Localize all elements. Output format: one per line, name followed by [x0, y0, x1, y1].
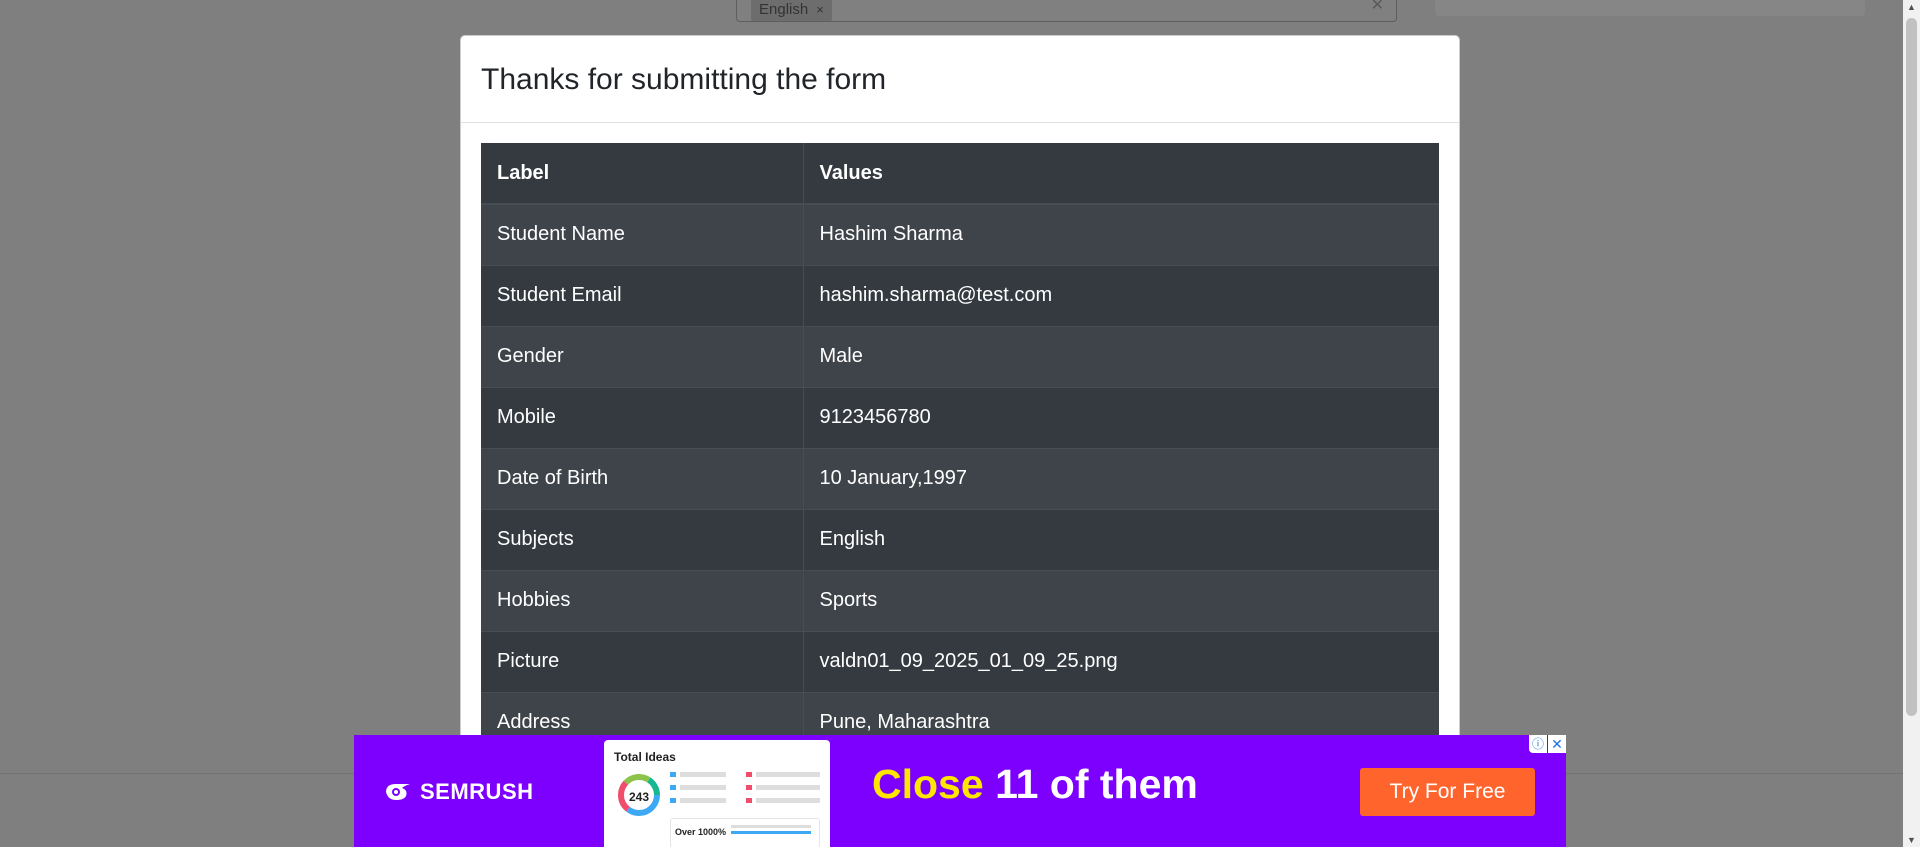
row-label: Hobbies [481, 569, 804, 631]
table-row: Hobbies Sports [481, 569, 1439, 631]
modal-title: Thanks for submitting the form [481, 63, 887, 96]
chip-remove-icon: × [816, 2, 824, 17]
try-for-free-button[interactable]: Try For Free [1360, 768, 1535, 816]
brand-name: SEMRUSH [420, 779, 534, 804]
results-table: Label Values Student Name Hashim Sharma S… [481, 143, 1439, 753]
scroll-down-icon[interactable]: ▼ [1907, 835, 1916, 845]
row-value: valdn01_09_2025_01_09_25.png [803, 630, 1439, 692]
scroll-up-icon[interactable]: ▲ [1907, 2, 1916, 12]
scrollbar-thumb[interactable] [1906, 18, 1917, 716]
table-row: Subjects English [481, 508, 1439, 570]
column-header-values: Values [803, 143, 1439, 205]
screenshot-title: Total Ideas [614, 750, 676, 764]
ad-product-screenshot: Total Ideas 243 Over 1000% [604, 740, 830, 847]
ad-banner[interactable]: SEMRUSH Total Ideas 243 Over 1000% Close… [354, 735, 1566, 847]
ad-headline: Close 11 of them [872, 761, 1198, 807]
table-row: Student Email hashim.sharma@test.com [481, 264, 1439, 326]
ad-close-icon[interactable]: ✕ [1548, 735, 1566, 753]
table-row: Picture valdn01_09_2025_01_09_25.png [481, 630, 1439, 692]
screenshot-list [670, 772, 820, 811]
vertical-scrollbar[interactable]: ▲ ▼ [1903, 0, 1920, 847]
subjects-input-background: English × ✕ [736, 0, 1397, 22]
row-label: Subjects [481, 508, 804, 570]
screenshot-stat: Over 1000% [675, 827, 727, 837]
semrush-logo: SEMRUSH [384, 779, 534, 805]
modal-header: Thanks for submitting the form [461, 36, 1459, 123]
semrush-flame-icon [386, 784, 410, 800]
row-label: Picture [481, 630, 804, 692]
row-label: Mobile [481, 386, 804, 448]
table-row: Mobile 9123456780 [481, 386, 1439, 448]
ad-info-icon[interactable]: ⓘ [1529, 735, 1547, 753]
screenshot-count: 243 [628, 790, 650, 804]
row-value: 10 January,1997 [803, 447, 1439, 509]
row-value: hashim.sharma@test.com [803, 264, 1439, 326]
row-value: Hashim Sharma [803, 203, 1439, 265]
row-value: Male [803, 325, 1439, 387]
table-row: Gender Male [481, 325, 1439, 387]
table-row: Date of Birth 10 January,1997 [481, 447, 1439, 509]
row-label: Date of Birth [481, 447, 804, 509]
modal-body: Label Values Student Name Hashim Sharma S… [461, 123, 1459, 753]
row-value: Sports [803, 569, 1439, 631]
submission-modal: Thanks for submitting the form Label Val… [460, 35, 1460, 847]
screenshot-stat-box: Over 1000% [670, 818, 820, 847]
row-label: Gender [481, 325, 804, 387]
row-value: English [803, 508, 1439, 570]
subject-chip: English × [751, 0, 832, 21]
row-value: 9123456780 [803, 386, 1439, 448]
row-label: Student Email [481, 264, 804, 326]
background-card [1435, 0, 1865, 16]
table-row: Student Name Hashim Sharma [481, 203, 1439, 265]
row-label: Student Name [481, 203, 804, 265]
column-header-label: Label [481, 143, 804, 205]
clear-icon: ✕ [1370, 0, 1384, 14]
table-header-row: Label Values [481, 143, 1439, 205]
